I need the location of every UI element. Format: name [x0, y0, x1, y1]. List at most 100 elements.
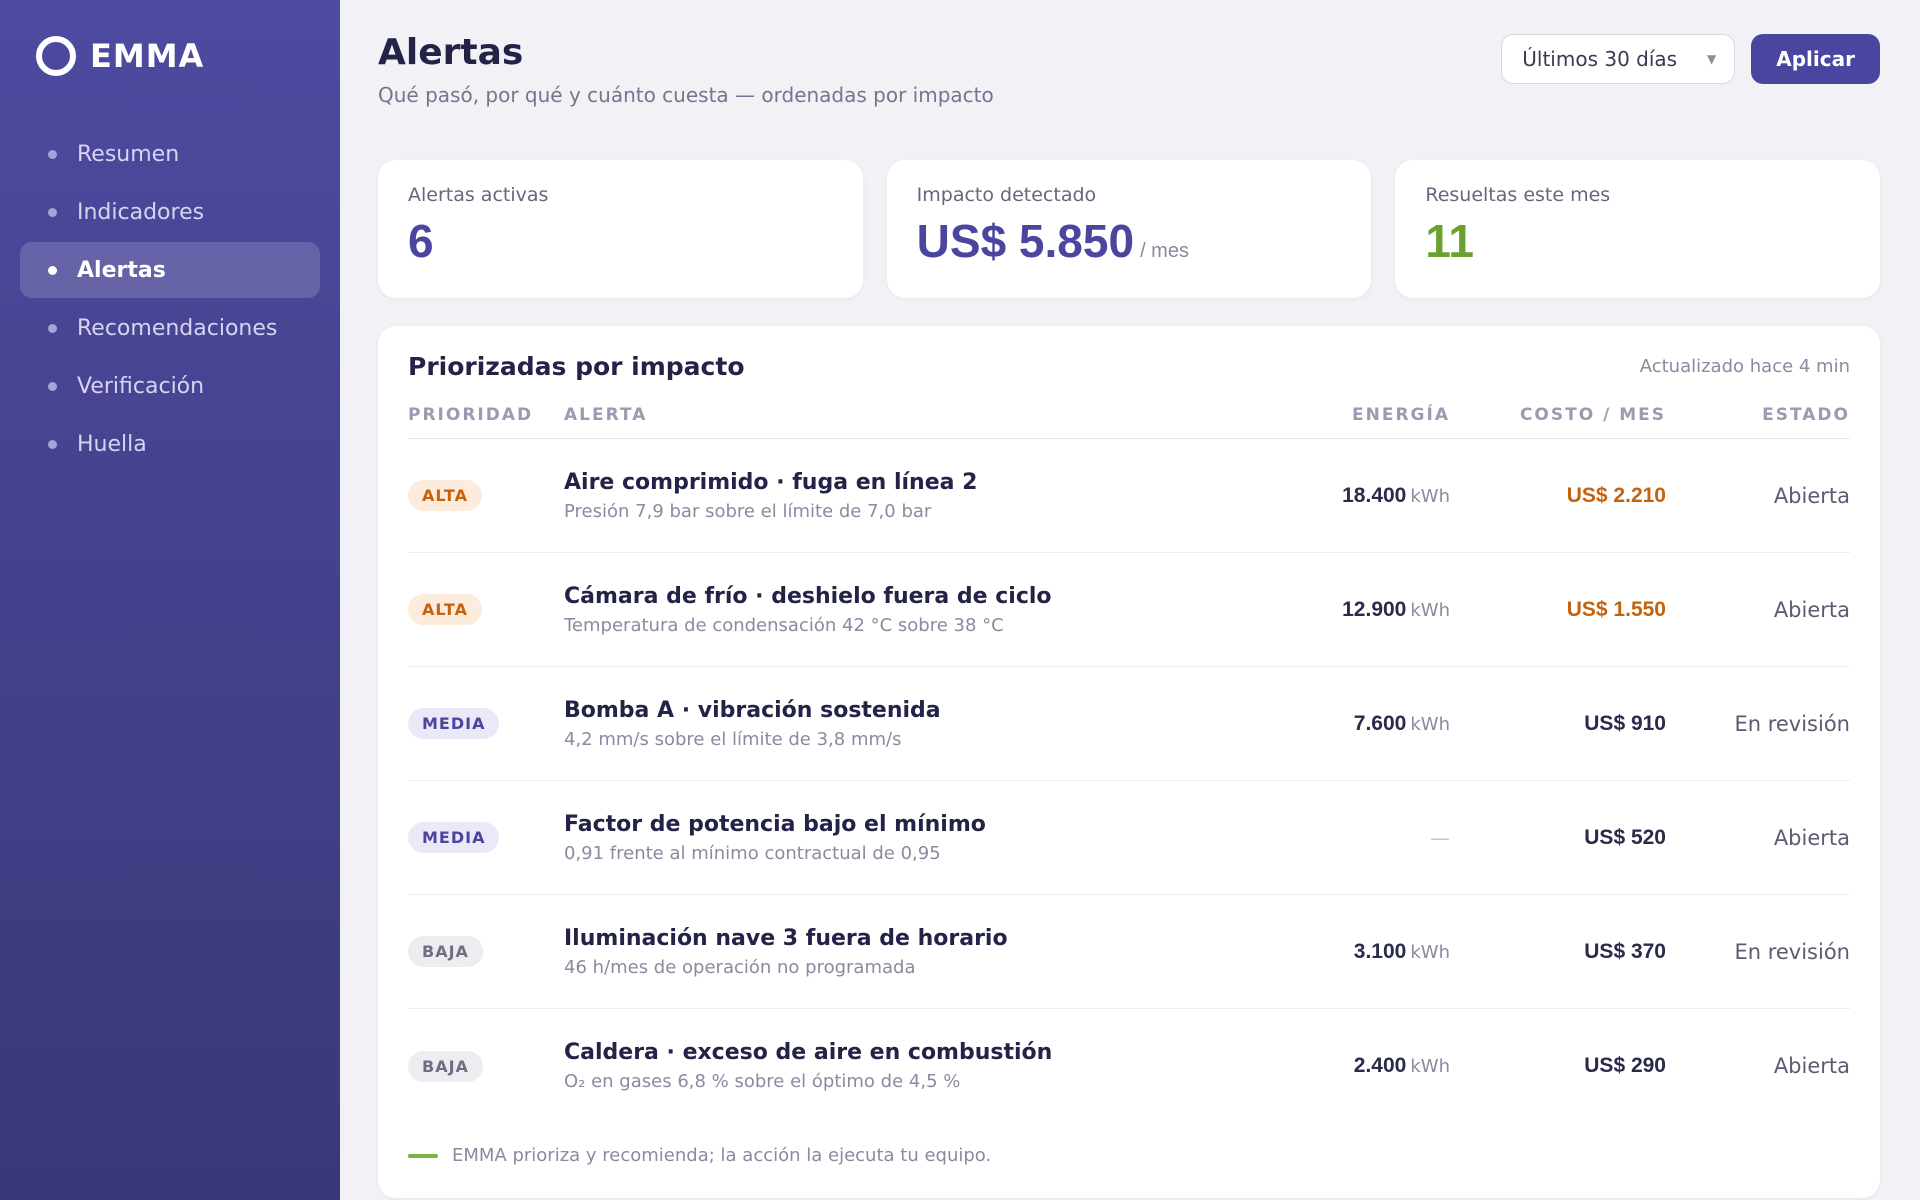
column-header-status[interactable]: ESTADO — [1666, 405, 1850, 425]
energy-value: 12.900 — [1342, 597, 1407, 621]
energy-value: 18.400 — [1342, 483, 1407, 507]
main-content: Alertas Qué pasó, por qué y cuánto cuest… — [340, 0, 1920, 1200]
table-header: PRIORIDAD ALERTA ENERGÍA COSTO / MES EST… — [408, 391, 1850, 439]
sidebar-item-label: Resumen — [77, 141, 180, 167]
priority-badge: ALTA — [408, 594, 482, 625]
cost-value: US$ 1.550 — [1566, 597, 1666, 621]
status-label: En revisión — [1734, 711, 1850, 736]
status-label: En revisión — [1734, 939, 1850, 964]
column-header-cost[interactable]: COSTO / MES — [1450, 405, 1666, 425]
panel-title: Priorizadas por impacto — [408, 352, 745, 381]
energy-unit: kWh — [1410, 941, 1450, 963]
bullet-icon — [48, 149, 57, 159]
brand-name: EMMA — [90, 37, 205, 75]
sidebar-nav: Resumen Indicadores Alertas Recomendacio… — [20, 126, 320, 472]
priority-badge: BAJA — [408, 1050, 483, 1082]
energy-unit: kWh — [1410, 485, 1450, 507]
table-row[interactable]: BAJA Iluminación nave 3 fuera de horario… — [408, 895, 1850, 1009]
accent-line-icon — [408, 1153, 438, 1158]
sidebar-item-verificacion[interactable]: Verificación — [20, 358, 320, 414]
sidebar-item-huella[interactable]: Huella — [20, 416, 320, 472]
bullet-icon — [48, 323, 57, 333]
bullet-icon — [48, 381, 57, 391]
priority-badge: MEDIA — [408, 822, 500, 853]
alert-title: Factor de potencia bajo el mínimo — [564, 811, 986, 837]
status-label: Abierta — [1773, 1054, 1850, 1078]
period-select-value: Últimos 30 días — [1522, 47, 1678, 71]
priority-badge: BAJA — [408, 936, 483, 967]
bullet-icon — [48, 265, 57, 275]
energy-unit: kWh — [1410, 1056, 1450, 1077]
kpi-card-resolved: Resueltas este mes 11 — [1395, 160, 1881, 298]
kpi-value: US$ 5.850 — [916, 215, 1135, 267]
cost-value: US$ 910 — [1584, 711, 1666, 735]
alert-description: O₂ en gases 6,8 % sobre el óptimo de 4,5… — [564, 1071, 961, 1092]
sidebar-item-indicadores[interactable]: Indicadores — [20, 184, 320, 240]
kpi-value: 11 — [1425, 215, 1474, 267]
sidebar-item-recomendaciones[interactable]: Recomendaciones — [20, 300, 320, 356]
page-header: Alertas Qué pasó, por qué y cuánto cuest… — [378, 30, 1880, 130]
alert-title: Cámara de frío · deshielo fuera de ciclo — [564, 583, 1052, 609]
table-row[interactable]: BAJA Caldera · exceso de aire en combust… — [408, 1009, 1850, 1123]
table-row[interactable]: MEDIA Factor de potencia bajo el mínimo … — [408, 781, 1850, 895]
priority-badge: ALTA — [408, 480, 482, 511]
energy-value: 3.100 — [1353, 939, 1407, 963]
energy-unit: kWh — [1410, 599, 1450, 621]
kpi-label: Alertas activas — [408, 184, 549, 206]
sidebar-item-label: Huella — [77, 431, 147, 457]
chevron-down-icon: ▼ — [1707, 52, 1717, 66]
alert-description: Presión 7,9 bar sobre el límite de 7,0 b… — [564, 500, 932, 522]
sidebar-item-label: Recomendaciones — [77, 315, 278, 341]
table-row[interactable]: ALTA Cámara de frío · deshielo fuera de … — [408, 553, 1850, 667]
cost-value: US$ 520 — [1584, 825, 1666, 849]
sidebar-item-label: Alertas — [77, 257, 166, 283]
column-header-priority[interactable]: PRIORIDAD — [408, 405, 564, 425]
logo-ring-icon — [36, 36, 76, 76]
energy-unit: kWh — [1410, 713, 1450, 735]
column-header-energy[interactable]: ENERGÍA — [1230, 405, 1450, 425]
header-controls: Últimos 30 días ▼ Aplicar — [1501, 34, 1880, 84]
cost-value: US$ 370 — [1584, 939, 1666, 963]
alert-title: Iluminación nave 3 fuera de horario — [564, 925, 1008, 951]
kpi-value-wrap: US$ 5.850/ mes — [917, 214, 1342, 268]
apply-button[interactable]: Aplicar — [1751, 34, 1880, 84]
alert-description: 46 h/mes de operación no programada — [564, 956, 916, 978]
alert-description: 4,2 mm/s sobre el límite de 3,8 mm/s — [564, 728, 902, 750]
page-subtitle: Qué pasó, por qué y cuánto cuesta — orde… — [378, 83, 994, 107]
period-select[interactable]: Últimos 30 días ▼ — [1501, 34, 1736, 84]
sidebar-item-resumen[interactable]: Resumen — [20, 126, 320, 182]
cost-value: US$ 2.210 — [1566, 483, 1666, 507]
alert-description: Temperatura de condensación 42 °C sobre … — [564, 614, 1004, 636]
table-row[interactable]: MEDIA Bomba A · vibración sostenida 4,2 … — [408, 667, 1850, 781]
priority-badge: MEDIA — [408, 708, 500, 739]
status-label: Abierta — [1773, 825, 1850, 850]
energy-value: 2.400 — [1353, 1054, 1407, 1077]
alerts-panel: Priorizadas por impacto Actualizado hace… — [378, 326, 1880, 1198]
alert-title: Bomba A · vibración sostenida — [564, 697, 941, 723]
energy-value-empty: — — [1430, 825, 1450, 850]
page-title: Alertas — [378, 32, 524, 73]
sidebar-item-label: Indicadores — [77, 199, 205, 225]
status-label: Abierta — [1773, 597, 1850, 622]
brand[interactable]: EMMA — [20, 36, 320, 76]
table-row[interactable]: ALTA Aire comprimido · fuga en línea 2 P… — [408, 439, 1850, 553]
column-header-alert[interactable]: ALERTA — [564, 405, 1230, 425]
kpi-card-impact: Impacto detectado US$ 5.850/ mes — [886, 160, 1372, 298]
energy-value: 7.600 — [1353, 711, 1407, 735]
cost-value: US$ 290 — [1584, 1054, 1666, 1077]
alert-description: 0,91 frente al mínimo contractual de 0,9… — [564, 842, 941, 864]
bullet-icon — [48, 439, 57, 449]
sidebar: EMMA Resumen Indicadores Alertas Recomen… — [0, 0, 340, 1200]
alert-title: Aire comprimido · fuga en línea 2 — [564, 469, 978, 495]
alert-title: Caldera · exceso de aire en combustión — [564, 1040, 1053, 1065]
kpi-card-active: Alertas activas 6 — [378, 160, 863, 298]
kpi-unit: / mes — [1140, 240, 1189, 262]
sidebar-item-alertas[interactable]: Alertas — [20, 242, 320, 298]
panel-header: Priorizadas por impacto Actualizado hace… — [408, 352, 1850, 381]
kpi-label: Resueltas este mes — [1425, 184, 1611, 206]
footer-note-text: EMMA prioriza y recomienda; la acción la… — [452, 1145, 992, 1166]
last-updated: Actualizado hace 4 min — [1639, 356, 1850, 377]
table-body: ALTA Aire comprimido · fuga en línea 2 P… — [408, 439, 1850, 1123]
sidebar-item-label: Verificación — [77, 373, 205, 399]
kpi-label: Impacto detectado — [916, 184, 1097, 206]
